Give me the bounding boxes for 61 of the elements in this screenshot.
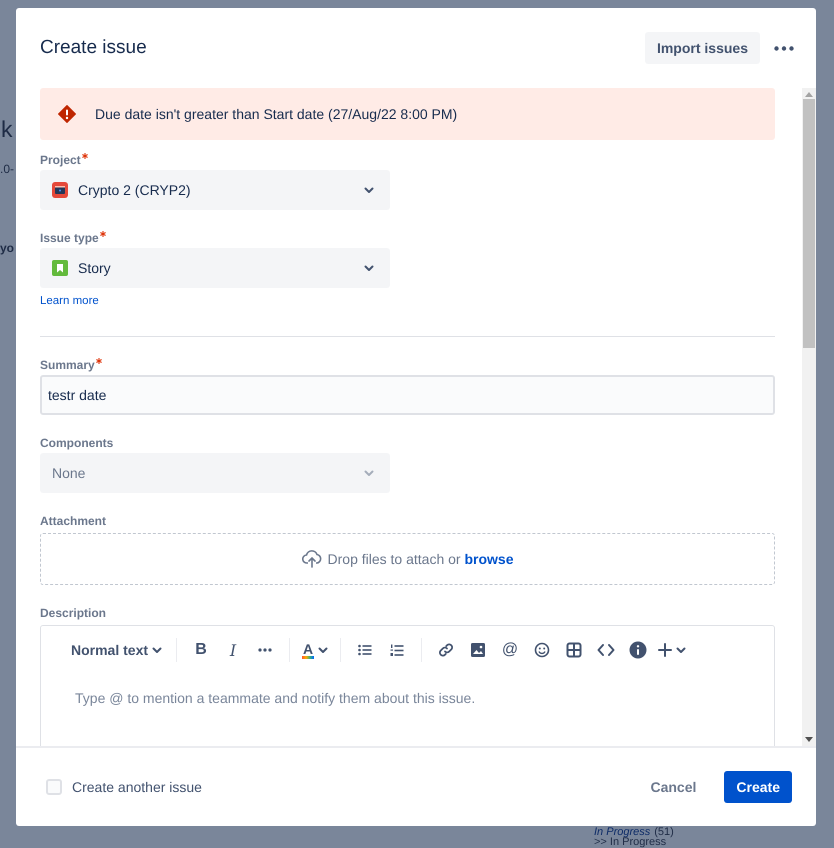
scrollbar[interactable]	[802, 88, 816, 746]
error-message: Due date isn't greater than Start date (27/Aug/22 8:00 PM)	[95, 106, 458, 122]
page-text: .0-	[0, 162, 14, 176]
text-color-button[interactable]: A	[300, 636, 330, 664]
status-count: (51)	[654, 827, 674, 838]
field-label: Project	[40, 152, 81, 168]
select-value: Story	[78, 260, 112, 276]
chevron-down-icon	[364, 186, 374, 194]
issue-type-select[interactable]: Story	[40, 248, 390, 288]
emoji-icon	[534, 642, 550, 658]
field-label: Attachment	[40, 513, 106, 529]
field-label: Summary	[40, 357, 95, 373]
bold-button[interactable]: B	[187, 636, 216, 664]
field-label: Issue type	[40, 230, 99, 246]
field-label: Components	[40, 435, 114, 451]
scrollbar-thumb[interactable]	[803, 99, 815, 348]
summary-input[interactable]: testr date	[40, 375, 775, 415]
create-button[interactable]: Create	[724, 771, 792, 803]
attachment-dropzone[interactable]: Drop files to attach or browse	[40, 533, 775, 585]
checkbox-label: Create another issue	[72, 779, 202, 795]
status-link[interactable]: In Progress	[594, 827, 650, 838]
numbered-list-icon	[390, 644, 404, 656]
dialog-title: Create issue	[40, 37, 148, 59]
code-icon	[597, 643, 616, 657]
select-placeholder: None	[52, 465, 86, 481]
mention-button[interactable]: @	[496, 636, 524, 664]
chevron-down-icon	[318, 646, 328, 654]
project-select[interactable]: Crypto 2 (CRYP2)	[40, 170, 390, 210]
more-icon	[258, 648, 272, 652]
error-icon	[58, 105, 76, 123]
bullet-list-icon	[358, 644, 372, 656]
plus-icon	[658, 643, 672, 657]
cloud-upload-icon	[302, 550, 322, 568]
bookmark-icon	[52, 260, 68, 276]
select-value: Crypto 2 (CRYP2)	[78, 182, 192, 198]
page-text: >> In Progress	[594, 837, 666, 848]
text-style-dropdown[interactable]: Normal text	[63, 636, 170, 664]
info-icon	[629, 641, 648, 659]
image-icon	[470, 642, 486, 658]
components-select[interactable]: None	[40, 453, 390, 493]
cancel-button[interactable]: Cancel	[638, 771, 708, 803]
italic-button[interactable]: I	[219, 636, 248, 664]
more-icon[interactable]	[774, 46, 794, 50]
description-editor[interactable]: Normal text B I A @ Type @ to mention a teammate and notify them about this issue.	[40, 625, 775, 746]
scroll-down-icon[interactable]	[805, 737, 813, 742]
chevron-down-icon	[676, 646, 686, 654]
chevron-down-icon	[364, 470, 374, 476]
editor-placeholder: Type @ to mention a teammate and notify them about this issue.	[75, 690, 476, 706]
link-icon	[438, 642, 454, 658]
chevron-down-icon	[152, 646, 162, 654]
learn-more-link[interactable]: Learn more	[40, 295, 99, 307]
table-icon	[566, 642, 582, 658]
import-button[interactable]: Import issues	[644, 32, 760, 64]
project-icon	[52, 182, 68, 198]
page-text: yo	[0, 241, 14, 255]
page-heading: k	[1, 116, 12, 143]
attachment-hint: Drop files to attach or browse	[328, 551, 514, 567]
browse-link[interactable]: browse	[464, 551, 514, 567]
chevron-down-icon	[364, 264, 374, 272]
checkbox[interactable]	[46, 779, 62, 795]
field-label: Description	[40, 605, 106, 621]
